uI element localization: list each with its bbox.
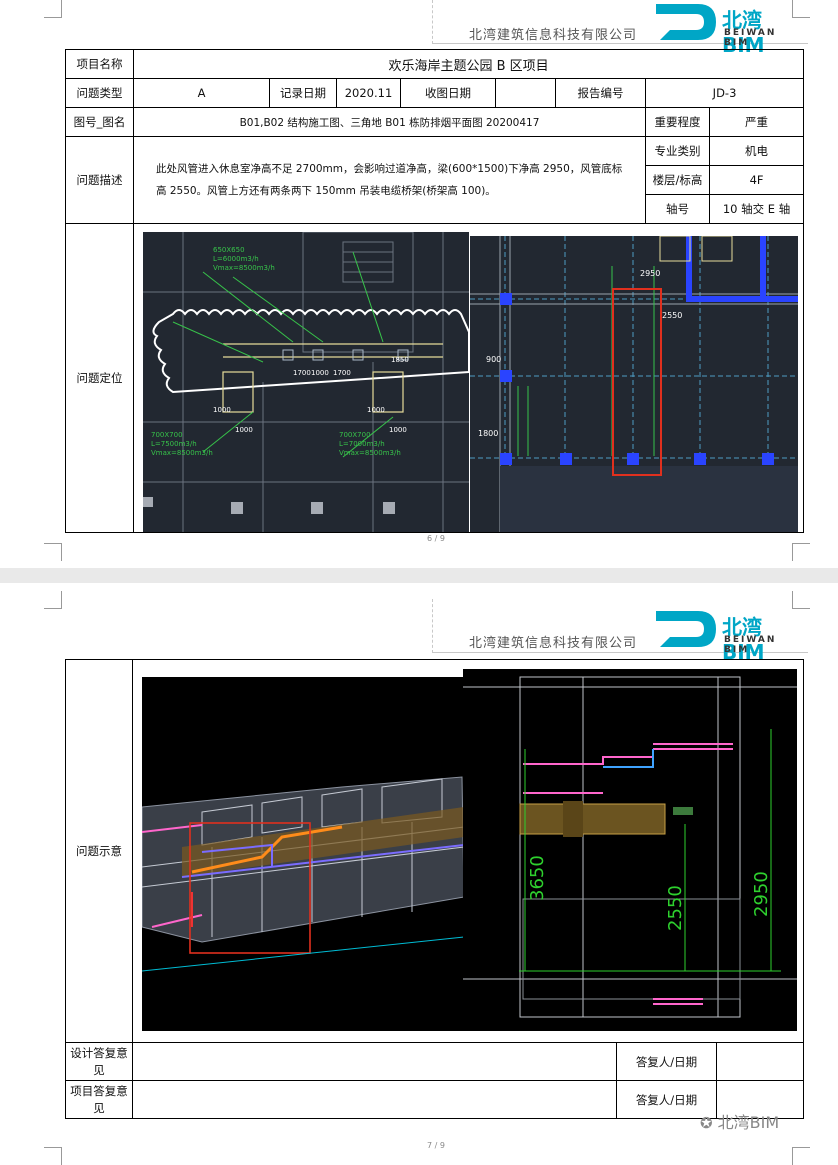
crop-mark [44, 0, 62, 18]
beiwan-logo: 北湾BIM BEIWAN BIM [650, 607, 800, 664]
cad-dim-label: 2950 [640, 269, 660, 278]
discipline-label: 专业类别 [645, 136, 710, 166]
watermark: ✪ 北湾BIM [700, 1109, 779, 1133]
logo-mark-icon [656, 611, 716, 647]
design-reply-label: 设计答复意见 [65, 1042, 133, 1081]
svg-text:L=7500m3/h: L=7500m3/h [151, 440, 197, 448]
design-reply [132, 1042, 617, 1081]
location-label: 问题定位 [65, 223, 134, 533]
receive-date-label: 收图日期 [400, 78, 496, 108]
drawing-label: 图号_图名 [65, 107, 134, 137]
cad-dim-label: 1700 [333, 369, 351, 377]
beiwan-logo: 北湾BIM BEIWAN BIM [650, 0, 800, 57]
record-date-label: 记录日期 [269, 78, 337, 108]
watermark-text: 北湾BIM [717, 1113, 780, 1132]
design-replier-label: 答复人/日期 [616, 1042, 717, 1081]
report-no: JD-3 [644, 78, 805, 108]
illustration-label: 问题示意 [65, 659, 133, 1043]
cad-dim-label: 1000 [367, 406, 385, 414]
description-label: 问题描述 [65, 136, 134, 224]
page-number: 7 / 9 [427, 1141, 445, 1150]
svg-text:Vmax=8500m3/h: Vmax=8500m3/h [213, 264, 275, 272]
project-reply [132, 1080, 617, 1119]
svg-text:L=7000m3/h: L=7000m3/h [339, 440, 385, 448]
project-reply-label: 项目答复意见 [65, 1080, 133, 1119]
cad-dim-label: 1000 [213, 406, 231, 414]
crop-mark [792, 1147, 810, 1165]
severity-label: 重要程度 [645, 107, 710, 137]
dimension-2950: 2950 [751, 871, 772, 917]
wechat-icon: ✪ [700, 1114, 713, 1132]
design-replier [715, 1042, 805, 1081]
document-page-7: 北湾建筑信息科技有限公司 北湾BIM BEIWAN BIM 问题示意 设计答复意… [0, 583, 838, 1165]
report-no-label: 报告编号 [555, 78, 646, 108]
axis-label: 轴号 [645, 194, 710, 224]
cad-dim-label: 1000 [311, 369, 329, 377]
cad-dim-label: 2550 [662, 311, 682, 320]
company-name: 北湾建筑信息科技有限公司 [469, 636, 638, 651]
severity: 严重 [708, 107, 805, 137]
cad-dim-label: 900 [486, 355, 501, 364]
floor: 4F [708, 165, 805, 195]
project-name: 欢乐海岸主题公园 B 区项目 [132, 49, 805, 79]
logo-mark-icon [656, 4, 716, 40]
crop-mark [44, 1147, 62, 1165]
svg-text:Vmax=8500m3/h: Vmax=8500m3/h [151, 449, 213, 457]
record-date: 2020.11 [336, 78, 401, 108]
receive-date [495, 78, 556, 108]
cad-dim-label: 1800 [478, 429, 498, 438]
company-name: 北湾建筑信息科技有限公司 [469, 28, 638, 43]
bim-3d-view-image [142, 677, 464, 1031]
dimension-3650: 3650 [527, 855, 548, 901]
crop-mark [44, 591, 62, 609]
cad-dim-label: 1850 [391, 356, 409, 364]
crop-mark [44, 543, 62, 561]
issue-description: 此处风管进入休息室净高不足 2700mm，会影响过道净高，梁(600*1500)… [133, 136, 646, 224]
cad-dim-label: 1000 [235, 426, 253, 434]
page-number: 6 / 9 [427, 534, 445, 543]
logo-subtext: BEIWAN BIM [724, 635, 777, 655]
cad-dim-label: 1700 [293, 369, 311, 377]
svg-text:650X650: 650X650 [213, 246, 245, 254]
drawing-name: B01,B02 结构施工图、三角地 B01 栋防排烟平面图 20200417 [133, 107, 646, 137]
svg-text:Vmax=8500m3/h: Vmax=8500m3/h [339, 449, 401, 457]
svg-text:L=6000m3/h: L=6000m3/h [213, 255, 259, 263]
dimension-2550: 2550 [665, 885, 686, 931]
cad-dim-label: 1000 [389, 426, 407, 434]
issue-type-label: 问题类型 [65, 78, 134, 108]
project-name-label: 项目名称 [65, 49, 134, 79]
discipline: 机电 [708, 136, 805, 166]
issue-type: A [133, 78, 270, 108]
svg-text:700X700: 700X700 [151, 431, 183, 439]
document-page-6: 北湾建筑信息科技有限公司 北湾BIM BEIWAN BIM 项目名称 欢乐海岸主… [0, 0, 838, 568]
crop-mark [792, 543, 810, 561]
cad-plan-image-left: 650X650 L=6000m3/h Vmax=8500m3/h 700X700 L… [143, 232, 469, 532]
axis: 10 轴交 E 轴 [708, 194, 805, 224]
floor-label: 楼层/标高 [645, 165, 710, 195]
cad-plan-image-right: 2550 2950 900 1800 [470, 236, 798, 532]
svg-text:700X700: 700X700 [339, 431, 371, 439]
cad-section-image: 3650 2550 2950 [463, 669, 797, 1031]
logo-subtext: BEIWAN BIM [724, 28, 777, 48]
